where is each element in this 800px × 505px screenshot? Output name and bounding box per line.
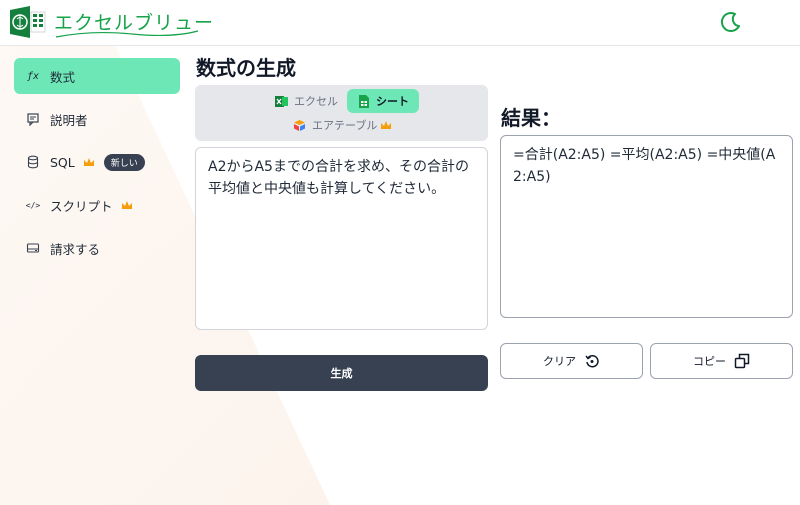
tab-label: エクセル [294, 95, 338, 108]
sidebar-item-formula[interactable]: ƒx 数式 [14, 58, 180, 94]
clear-button[interactable]: クリア [500, 343, 643, 379]
page-title: 数式の生成 [196, 56, 296, 80]
copy-icon [734, 353, 750, 369]
moon-icon[interactable] [718, 9, 744, 35]
google-sheets-icon [359, 94, 369, 108]
sidebar-item-sql[interactable]: SQL 新しい [14, 144, 180, 180]
sidebar-item-label: 説明者 [50, 112, 88, 128]
sidebar: ƒx 数式 説明者 SQL 新しい </> スクリプト 請求する [14, 58, 180, 273]
sidebar-item-label: SQL [50, 154, 75, 170]
prompt-input[interactable]: A2からA5までの合計を求め、その合計の平均値と中央値も計算してください。 [195, 147, 488, 330]
result-output[interactable]: =合計(A2:A5) =平均(A2:A5) =中央値(A2:A5) [500, 135, 793, 318]
crown-icon [121, 201, 132, 209]
result-title: 結果： [501, 106, 561, 130]
function-icon: ƒx [26, 70, 40, 82]
tab-label: シート [376, 95, 409, 108]
sidebar-item-label: 数式 [50, 69, 76, 85]
message-icon [27, 113, 39, 126]
tab-sheets[interactable]: シート [347, 89, 419, 113]
excel-brain-logo-icon[interactable] [8, 4, 48, 40]
platform-tabs: エクセル シート エアテーブル [195, 85, 488, 141]
sidebar-item-explainer[interactable]: 説明者 [14, 101, 180, 137]
sidebar-item-script[interactable]: </> スクリプト [14, 187, 180, 223]
tab-airtable[interactable]: エアテーブル [283, 113, 402, 137]
excel-icon [275, 95, 288, 107]
billing-icon [26, 243, 40, 253]
crown-icon [381, 121, 392, 129]
tab-label: エアテーブル [312, 119, 378, 132]
brand-underline-decoration [55, 30, 199, 38]
generate-button[interactable]: 生成 [195, 355, 488, 391]
copy-label: コピー [693, 355, 726, 368]
clear-label: クリア [543, 355, 576, 368]
airtable-icon [294, 119, 305, 131]
sidebar-item-label: スクリプト [50, 198, 113, 214]
code-icon: </> [25, 200, 41, 210]
new-badge: 新しい [103, 153, 145, 171]
header: エクセルブリュー [0, 0, 800, 46]
database-icon [27, 155, 39, 169]
sidebar-item-billing[interactable]: 請求する [14, 230, 180, 266]
tab-excel[interactable]: エクセル [265, 89, 348, 113]
crown-icon [83, 158, 94, 166]
copy-button[interactable]: コピー [650, 343, 793, 379]
sidebar-item-label: 請求する [50, 241, 101, 257]
reset-icon [585, 355, 599, 368]
